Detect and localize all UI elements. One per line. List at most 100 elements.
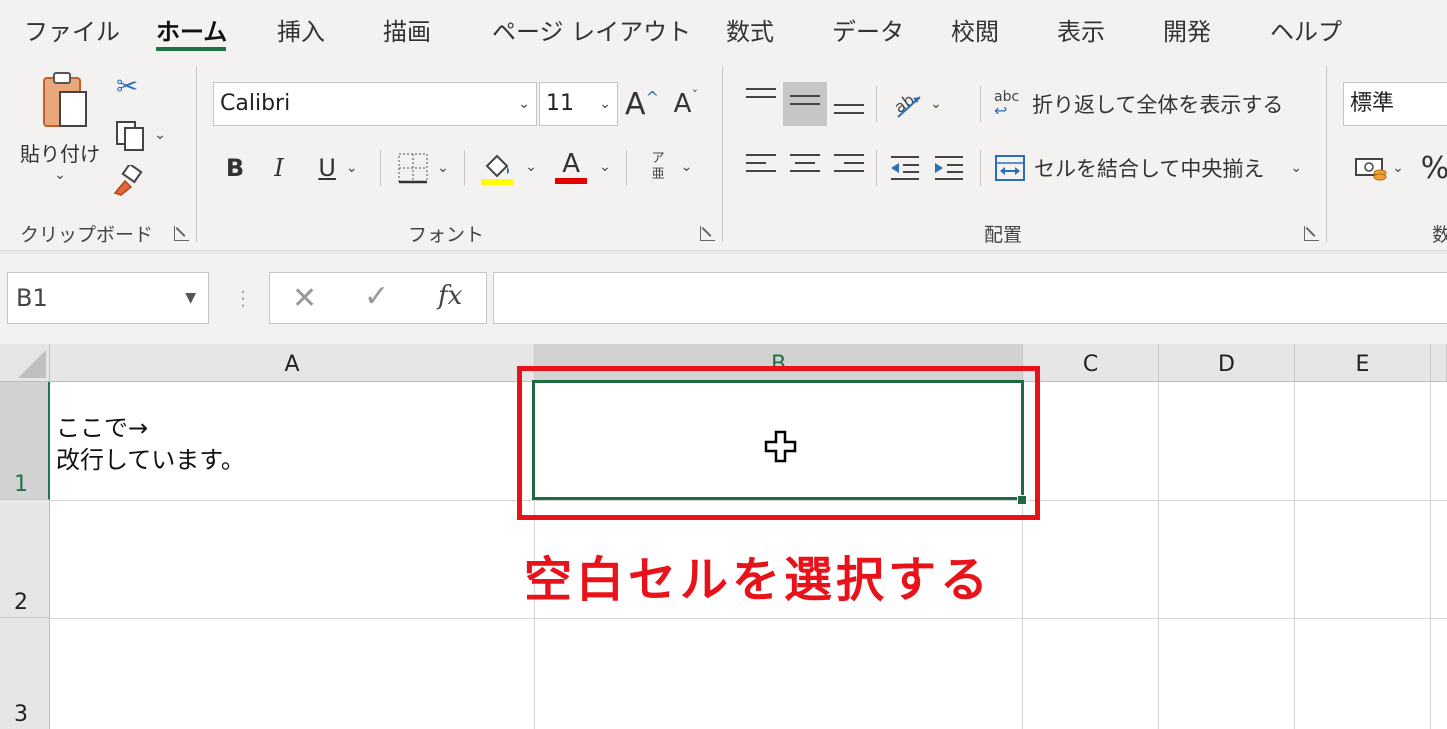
accounting-format-button[interactable]: ⌄ [1346,148,1412,188]
chevron-down-icon: ⌄ [1392,160,1404,176]
ribbon: ファイル ホーム 挿入 描画 ページ レイアウト 数式 データ 校閲 表示 開発… [0,0,1447,250]
tab-formulas[interactable]: 数式 [726,12,774,47]
tab-help[interactable]: ヘルプ [1270,12,1342,47]
tab-developer[interactable]: 開発 [1163,12,1211,47]
phonetic-guide-button[interactable]: ア 亜 ⌄ [640,146,704,188]
tab-file[interactable]: ファイル [24,12,120,47]
name-box[interactable]: B1 ▼ [7,272,209,324]
merge-center-button[interactable]: セルを結合して中央揃え ⌄ [994,148,1304,188]
formula-input[interactable] [493,272,1447,324]
clipboard-paste-icon [43,72,87,127]
caret-down-icon[interactable]: ▼ [185,273,196,323]
name-box-value: B1 [16,284,48,312]
group-separator [196,66,197,242]
group-separator [876,86,877,122]
italic-button[interactable]: I [264,148,294,188]
grow-font-button[interactable]: A ^ [624,82,660,126]
align-middle-icon [790,95,820,111]
gridline [1294,382,1295,729]
orientation-button[interactable]: ab ⌄ [884,82,948,126]
chevron-down-icon: ⌄ [680,159,693,175]
phonetic-bottom-label: 亜 [651,167,665,182]
tab-view[interactable]: 表示 [1057,12,1105,47]
drag-handle-icon[interactable]: ⋮ [233,286,253,310]
align-right-button[interactable] [828,148,870,188]
column-header-c[interactable]: C [1023,344,1159,382]
format-painter-button[interactable] [110,164,146,198]
underline-button[interactable]: U ⌄ [306,148,370,188]
merge-cells-icon [995,155,1025,181]
chevron-down-icon: ⌄ [1290,160,1303,176]
font-name-value: Calibri [220,91,291,116]
align-top-button[interactable] [740,82,782,126]
grow-font-label: A [625,86,646,122]
select-all-button[interactable] [0,344,50,382]
tab-draw[interactable]: 描画 [383,12,431,47]
font-color-button[interactable]: A ⌄ [550,146,614,188]
increase-indent-icon [935,156,963,180]
align-bottom-icon [834,104,864,120]
font-name-combo[interactable]: Calibri ⌄ [213,82,537,126]
row-header-1[interactable]: 1 [0,382,50,500]
phonetic-icon: ア 亜 [652,151,665,183]
paste-button[interactable]: 貼り付け ⌄ [20,70,100,190]
row-number-2: 2 [14,590,28,615]
column-header-e[interactable]: E [1295,344,1431,382]
clipboard-dialog-launcher-icon[interactable] [174,226,189,241]
tab-page-layout[interactable]: ページ レイアウト [492,12,691,47]
font-size-combo[interactable]: 11 ⌄ [539,82,618,126]
percent-style-button[interactable]: % [1420,148,1447,188]
gridline [1158,382,1159,729]
row-header-2[interactable]: 2 [0,500,50,618]
row-header-3[interactable]: 3 [0,618,50,729]
row-number-1: 1 [14,472,28,497]
increase-indent-button[interactable] [928,148,970,188]
shrink-font-label: A [673,89,692,119]
wrap-text-button[interactable]: abc ↩ 折り返して全体を表示する [994,82,1304,126]
align-left-icon [746,154,776,178]
tab-insert[interactable]: 挿入 [277,12,325,47]
shrink-font-button[interactable]: Aˇ [668,82,704,126]
column-header-d[interactable]: D [1159,344,1295,382]
fill-color-button[interactable]: ⌄ [476,146,540,188]
number-format-value: 標準 [1350,91,1395,116]
align-left-button[interactable] [740,148,782,188]
scissors-icon: ✂ [116,72,138,102]
chevron-down-icon: ⌄ [525,159,537,175]
column-header-f[interactable] [1431,344,1447,382]
alignment-group-label: 配置 [984,224,1023,246]
group-separator [1326,66,1327,242]
cut-button[interactable]: ✂ [112,70,142,104]
confirm-check-icon[interactable]: ✓ [364,279,389,314]
align-middle-button[interactable] [783,82,827,126]
copy-icon [116,121,145,151]
cancel-icon[interactable]: ✕ [292,281,317,316]
chevron-down-icon: ⌄ [599,159,611,175]
caret-down-icon: ˇ [691,89,699,105]
font-size-value: 11 [546,91,574,116]
column-header-a[interactable]: A [50,344,535,382]
copy-button[interactable]: ⌄ [108,118,172,152]
chevron-down-icon: ⌄ [437,160,449,176]
cell-a1[interactable]: ここで→ 改行しています。 [56,412,245,476]
number-group-label: 数 [1432,224,1447,246]
phonetic-top-label: ア [651,151,665,166]
align-right-icon [834,154,864,178]
tab-review[interactable]: 校閲 [951,12,999,47]
align-bottom-button[interactable] [828,82,870,126]
caret-up-icon: ^ [645,87,659,107]
tab-home[interactable]: ホーム [156,12,227,47]
font-dialog-launcher-icon[interactable] [700,226,715,241]
insert-function-button[interactable]: fx [438,281,462,311]
borders-button[interactable]: ⌄ [392,148,454,188]
chevron-down-icon: ⌄ [518,96,530,112]
annotation-text: 空白セルを選択する [524,552,993,608]
tab-data[interactable]: データ [832,12,904,47]
chevron-down-icon: ⌄ [930,96,942,112]
number-format-combo[interactable]: 標準 [1343,82,1447,126]
alignment-dialog-launcher-icon[interactable] [1304,226,1319,241]
bold-button[interactable]: B [220,148,250,188]
align-center-button[interactable] [784,148,826,188]
decrease-indent-button[interactable] [884,148,926,188]
gridline [50,618,1447,619]
